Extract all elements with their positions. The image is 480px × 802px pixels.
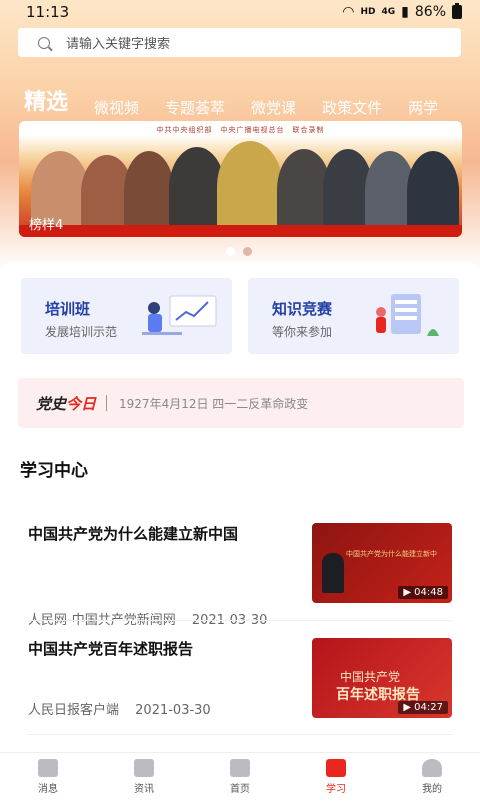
news-meta: 人民网-中国共产党新闻网 2021-03-30 — [28, 609, 267, 628]
banner-figure — [124, 151, 174, 231]
news-headline: 中国共产党为什么能建立新中国 — [28, 525, 239, 543]
tab-micro-lesson[interactable]: 微党课 — [251, 98, 296, 118]
tab-selected[interactable]: 精选 — [24, 88, 68, 118]
tab-micro-video[interactable]: 微视频 — [94, 98, 139, 118]
banner-figure — [407, 151, 459, 231]
nav-label: 消息 — [38, 784, 58, 795]
party-history-today[interactable]: 党史今日 1927年4月12日 四一二反革命政变 — [18, 378, 464, 428]
video-duration: ▶ 04:27 — [398, 701, 448, 714]
battery-percent: 86% — [414, 4, 446, 20]
today-separator — [106, 395, 108, 411]
search-bar[interactable]: 请输入关键字搜索 — [18, 28, 461, 57]
news-date: 2021-03-30 — [135, 703, 211, 718]
training-illustration-icon — [142, 295, 217, 335]
search-icon — [38, 36, 50, 49]
banner-credits: 中共中央组织部 中央广播电视总台 联合录制 — [156, 126, 325, 134]
news-thumbnail[interactable]: 中国共产党 百年述职报告 ▶ 04:27 — [312, 638, 452, 718]
today-text: 1927年4月12日 四一二反革命政变 — [119, 396, 309, 411]
tab-liangxue[interactable]: 两学 — [408, 98, 438, 118]
banner-red-strip — [19, 225, 462, 237]
bottom-navigation: 消息 资讯 首页 学习 我的 — [0, 752, 480, 801]
news-meta: 人民日报客户端 2021-03-30 — [28, 699, 211, 718]
carousel-indicator — [226, 247, 252, 256]
news-icon — [134, 759, 154, 777]
list-divider — [28, 734, 452, 735]
thumb-title-line-1: 中国共产党 — [340, 670, 401, 684]
wifi-icon: ◠ — [342, 4, 355, 20]
news-thumbnail[interactable]: 中国共产党为什么能建立新中 ▶ 04:48 — [312, 523, 452, 603]
banner-figure — [217, 141, 283, 233]
nav-study[interactable]: 学习 — [306, 759, 366, 795]
battery-icon — [452, 3, 462, 19]
category-tabs: 精选 微视频 专题荟萃 微党课 政策文件 两学 — [24, 84, 480, 118]
search-placeholder: 请输入关键字搜索 — [66, 37, 171, 52]
nav-label: 首页 — [230, 784, 250, 795]
thumb-text: 中国共产党为什么能建立新中 — [346, 550, 437, 558]
tab-topics[interactable]: 专题荟萃 — [165, 98, 225, 118]
status-time: 11:13 — [26, 3, 70, 21]
signal-bars-icon: ▮ — [401, 4, 409, 20]
signal-label: 4G — [381, 7, 396, 17]
nav-news[interactable]: 资讯 — [114, 759, 174, 795]
nav-profile[interactable]: 我的 — [402, 759, 462, 795]
message-icon — [38, 759, 58, 777]
news-source: 人民日报客户端 — [28, 703, 120, 718]
carousel-dot — [243, 247, 252, 256]
training-card[interactable]: 培训班 发展培训示范 — [21, 278, 232, 354]
news-headline: 中国共产党百年述职报告 — [28, 640, 194, 658]
network-label: HD — [360, 7, 376, 17]
banner-caption: 榜样4 — [29, 218, 64, 233]
quiz-illustration-icon — [376, 294, 439, 336]
status-icons: ◠ HD 4G ▮ 86% — [342, 3, 462, 20]
news-item[interactable]: 中国共产党百年述职报告 人民日报客户端 2021-03-30 中国共产党 百年述… — [28, 638, 452, 738]
nav-label: 资讯 — [134, 784, 154, 795]
tab-policy-docs[interactable]: 政策文件 — [322, 98, 382, 118]
news-item[interactable]: 中国共产党为什么能建立新中国 人民网-中国共产党新闻网 2021-03-30 中… — [28, 523, 452, 628]
nav-messages[interactable]: 消息 — [18, 759, 78, 795]
thumb-speaker — [322, 553, 344, 593]
user-icon — [422, 759, 442, 777]
banner-carousel[interactable]: 中共中央组织部 中央广播电视总台 联合录制 榜样4 — [19, 121, 462, 237]
status-bar: 11:13 ◠ HD 4G ▮ 86% — [0, 0, 480, 24]
nav-label: 学习 — [326, 784, 346, 795]
nav-label: 我的 — [422, 784, 442, 795]
today-logo: 党史今日 — [36, 394, 97, 413]
video-duration: ▶ 04:48 — [398, 586, 448, 599]
study-bag-icon — [326, 759, 346, 777]
nav-home[interactable]: 首页 — [210, 759, 270, 795]
carousel-dot-active — [226, 247, 235, 256]
study-center-title: 学习中心 — [20, 461, 88, 481]
home-icon — [230, 759, 250, 777]
quiz-card[interactable]: 知识竞赛 等你来参加 — [248, 278, 459, 354]
list-divider — [28, 620, 452, 621]
